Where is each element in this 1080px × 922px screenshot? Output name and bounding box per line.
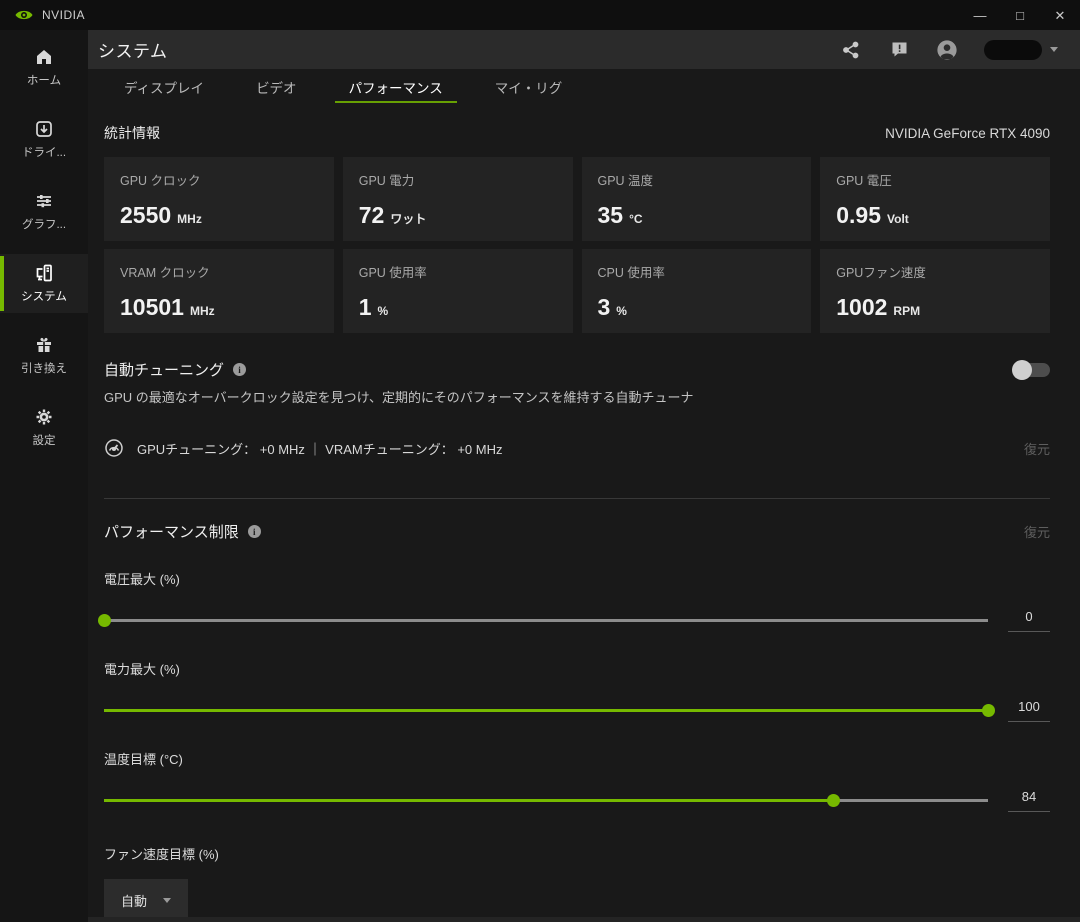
sidebar-item-settings[interactable]: 設定 — [0, 398, 88, 457]
performance-limits-restore-button[interactable]: 復元 — [1024, 522, 1050, 541]
sidebar-item-redeem[interactable]: 引き換え — [0, 326, 88, 385]
sidebar-item-system[interactable]: システム — [0, 254, 88, 313]
stat-card-gpu-temp: GPU 温度 35°C — [582, 157, 812, 241]
minimize-button[interactable]: — — [972, 9, 988, 22]
account-name-redacted — [984, 40, 1042, 60]
stat-card-gpu-fan-speed: GPUファン速度 1002RPM — [820, 249, 1050, 333]
slider-label: 温度目標 (°C) — [104, 749, 1050, 768]
app-title: NVIDIA — [42, 8, 85, 22]
stat-card-gpu-power: GPU 電力 72ワット — [343, 157, 573, 241]
nvidia-logo-icon — [14, 8, 34, 22]
redeem-gift-icon — [34, 335, 54, 355]
fan-mode-selected: 自動 — [121, 891, 147, 910]
power-max-slider-group: 電力最大 (%) 100 — [104, 659, 1050, 722]
voltage-max-slider-group: 電圧最大 (%) 0 — [104, 569, 1050, 632]
chevron-down-icon — [163, 898, 171, 903]
sidebar: ホーム ドライ... グラフ... システム — [0, 30, 88, 922]
driver-download-icon — [34, 119, 54, 139]
tab-display[interactable]: ディスプレイ — [98, 69, 230, 105]
maximize-button[interactable]: □ — [1012, 9, 1028, 22]
auto-tuning-section: 自動チューニング i GPU の最適なオーバークロック設定を見つけ、定期的にその… — [104, 359, 1050, 458]
auto-tuning-title: 自動チューニング — [104, 359, 224, 380]
info-icon[interactable]: i — [248, 525, 261, 538]
stats-cards-grid: GPU クロック 2550MHz GPU 電力 72ワット GPU 温度 35°… — [104, 157, 1050, 333]
account-menu[interactable] — [984, 40, 1058, 60]
home-icon — [34, 47, 54, 67]
sidebar-item-graphics[interactable]: グラフ... — [0, 182, 88, 241]
voltage-max-slider[interactable] — [104, 614, 988, 627]
tuning-status: GPUチューニング： +0 MHz ｜ VRAMチューニング： +0 MHz — [137, 439, 502, 458]
performance-limits-title: パフォーマンス制限 — [104, 521, 239, 542]
tab-performance[interactable]: パフォーマンス — [323, 69, 469, 105]
fan-speed-target-group: ファン速度目標 (%) 自動 — [104, 844, 1050, 922]
feedback-icon[interactable] — [888, 39, 910, 61]
next-section-edge — [88, 917, 1080, 922]
stat-card-cpu-usage: CPU 使用率 3% — [582, 249, 812, 333]
performance-panel: 統計情報 NVIDIA GeForce RTX 4090 GPU クロック 25… — [88, 105, 1080, 922]
tab-bar: ディスプレイ ビデオ パフォーマンス マイ・リグ — [88, 69, 1080, 105]
section-divider — [104, 498, 1050, 499]
chevron-down-icon — [1050, 47, 1058, 52]
auto-tuning-toggle[interactable] — [1012, 362, 1050, 378]
tab-video[interactable]: ビデオ — [230, 69, 323, 105]
stats-section-title: 統計情報 — [104, 123, 160, 143]
performance-limits-section: パフォーマンス制限 i 復元 電圧最大 (%) 0 電力最大 ( — [104, 521, 1050, 922]
settings-gear-icon — [34, 407, 54, 427]
temp-target-slider[interactable] — [104, 794, 988, 807]
auto-tuning-description: GPU の最適なオーバークロック設定を見つけ、定期的にそのパフォーマンスを維持す… — [104, 387, 1050, 406]
slider-label: 電圧最大 (%) — [104, 569, 1050, 588]
gauge-icon — [104, 438, 124, 458]
fan-speed-label: ファン速度目標 (%) — [104, 844, 1050, 863]
system-icon — [34, 263, 54, 283]
page-header: システム — [88, 30, 1080, 69]
close-button[interactable]: ✕ — [1052, 9, 1068, 22]
voltage-max-value[interactable]: 0 — [1008, 609, 1050, 632]
stat-card-gpu-usage: GPU 使用率 1% — [343, 249, 573, 333]
sidebar-item-drivers[interactable]: ドライ... — [0, 110, 88, 169]
share-icon[interactable] — [840, 39, 862, 61]
stat-card-gpu-voltage: GPU 電圧 0.95Volt — [820, 157, 1050, 241]
slider-label: 電力最大 (%) — [104, 659, 1050, 678]
fan-mode-dropdown[interactable]: 自動 — [104, 879, 188, 922]
power-max-value[interactable]: 100 — [1008, 699, 1050, 722]
slider-knob[interactable] — [98, 614, 111, 627]
stat-card-gpu-clock: GPU クロック 2550MHz — [104, 157, 334, 241]
sidebar-item-home[interactable]: ホーム — [0, 38, 88, 97]
temp-target-slider-group: 温度目標 (°C) 84 — [104, 749, 1050, 812]
stat-card-vram-clock: VRAM クロック 10501MHz — [104, 249, 334, 333]
temp-target-value[interactable]: 84 — [1008, 789, 1050, 812]
title-bar: NVIDIA — □ ✕ — [0, 0, 1080, 30]
slider-knob[interactable] — [827, 794, 840, 807]
page-title: システム — [98, 37, 168, 62]
avatar[interactable] — [936, 39, 958, 61]
info-icon[interactable]: i — [233, 363, 246, 376]
auto-tuning-restore-button[interactable]: 復元 — [1024, 439, 1050, 458]
slider-knob[interactable] — [982, 704, 995, 717]
power-max-slider[interactable] — [104, 704, 988, 717]
gpu-name: NVIDIA GeForce RTX 4090 — [885, 126, 1050, 141]
graphics-sliders-icon — [34, 191, 54, 211]
tab-my-rig[interactable]: マイ・リグ — [469, 69, 589, 105]
